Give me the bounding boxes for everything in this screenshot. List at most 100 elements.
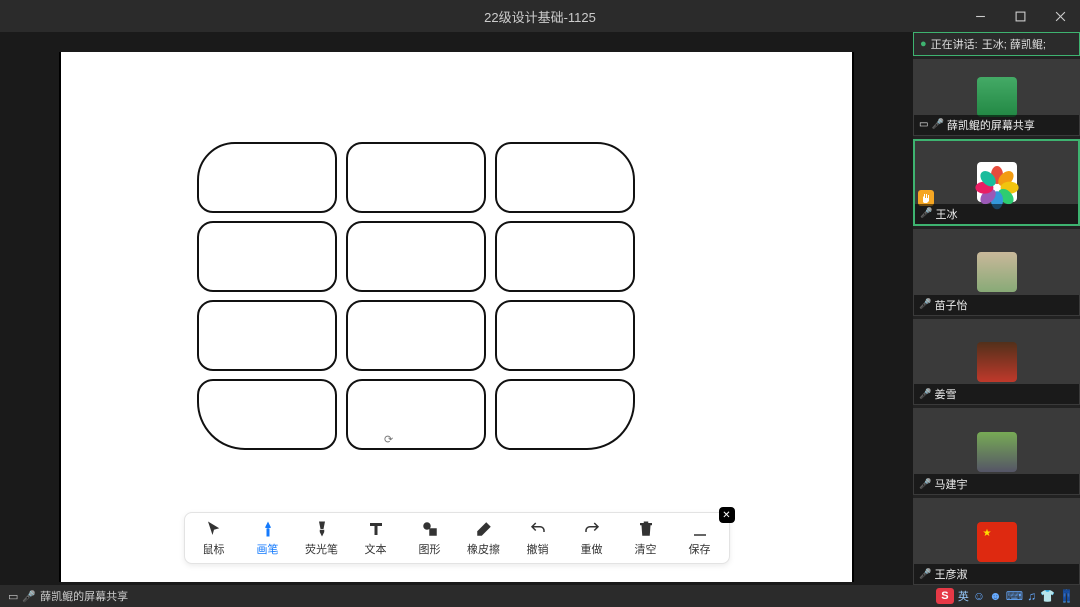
page-left-border: [59, 52, 61, 582]
tool-label: 撤销: [527, 541, 549, 557]
participant-tile[interactable]: 🎤 马建宇: [913, 408, 1080, 495]
participant-label: 🎤 王冰: [915, 204, 1078, 224]
grid-cell: [495, 221, 635, 292]
tool-label: 橡皮擦: [467, 541, 500, 557]
tool-label: 清空: [635, 541, 657, 557]
participant-label: ▭ 🎤 薛凯鲲的屏幕共享: [914, 115, 1079, 135]
tool-clear[interactable]: 清空: [627, 519, 665, 557]
grid-cell: [346, 142, 486, 213]
tool-highlighter[interactable]: 荧光笔: [303, 519, 341, 557]
avatar: [977, 77, 1017, 117]
participant-tile[interactable]: 🎤 姜雪: [913, 319, 1080, 406]
grid-cell: [346, 221, 486, 292]
close-button[interactable]: [1040, 0, 1080, 32]
text-icon: [366, 519, 386, 539]
participant-tile[interactable]: ▭ 🎤 薛凯鲲的屏幕共享: [913, 59, 1080, 136]
screen-share-icon: ▭: [8, 590, 18, 603]
mic-active-icon: ●: [920, 38, 927, 50]
participant-name: 薛凯鲲的屏幕共享: [947, 117, 1035, 133]
window-title: 22级设计基础-1125: [484, 7, 596, 26]
tray-icon[interactable]: ☻: [989, 589, 1002, 603]
tool-label: 保存: [689, 541, 711, 557]
tool-eraser[interactable]: 橡皮擦: [465, 519, 503, 557]
redo-icon: [582, 519, 602, 539]
speaking-indicator: ● 正在讲话: 王冰; 薛凯鲲;: [913, 32, 1080, 56]
participant-name: 姜雪: [934, 386, 956, 402]
grid-cell: [495, 142, 635, 213]
tray-icon[interactable]: ♫: [1027, 589, 1036, 603]
undo-icon: [528, 519, 548, 539]
highlighter-icon: [312, 519, 332, 539]
shared-screen-region: ⟳ ✕ 鼠标 画笔 荧光笔 文本: [0, 32, 913, 585]
tool-label: 图形: [419, 541, 441, 557]
tool-redo[interactable]: 重做: [573, 519, 611, 557]
mic-muted-icon: 🎤: [931, 119, 943, 130]
participant-name: 苗子怡: [934, 297, 967, 313]
mic-muted-icon: 🎤: [919, 569, 931, 580]
participant-tile[interactable]: 🎤 王冰: [913, 139, 1080, 226]
mic-muted-icon: 🎤: [919, 479, 931, 490]
tool-label: 画笔: [257, 541, 279, 557]
pen-icon: [258, 519, 278, 539]
system-tray: S 英 ☺ ☻ ⌨ ♫ 👕 👖: [936, 585, 1080, 607]
grid-cell: [197, 379, 337, 450]
maximize-button[interactable]: [1000, 0, 1040, 32]
tool-pen[interactable]: 画笔: [249, 519, 287, 557]
avatar: [977, 342, 1017, 382]
grid-cell: [346, 300, 486, 371]
loading-cursor-icon: ⟳: [384, 433, 393, 446]
toolbar-close-button[interactable]: ✕: [719, 507, 735, 523]
avatar: [977, 162, 1017, 202]
drawn-grid: [197, 142, 635, 462]
participant-label: 🎤 苗子怡: [914, 295, 1079, 315]
shapes-icon: [420, 519, 440, 539]
tool-label: 文本: [365, 541, 387, 557]
tray-icon[interactable]: 👕: [1040, 589, 1055, 603]
grid-cell: [197, 221, 337, 292]
grid-cell: [495, 379, 635, 450]
ime-lang[interactable]: 英: [958, 588, 969, 604]
cursor-icon: [204, 519, 224, 539]
participant-tile[interactable]: ★ 🎤 王彦淑: [913, 498, 1080, 585]
eraser-icon: [474, 519, 494, 539]
mic-on-icon: 🎤: [920, 208, 932, 219]
participant-name: 王冰: [935, 206, 957, 222]
bottom-status-bar: ▭ 🎤 薛凯鲲的屏幕共享 S 英 ☺ ☻ ⌨ ♫ 👕 👖: [0, 585, 1080, 607]
tool-label: 重做: [581, 541, 603, 557]
window-controls: [960, 0, 1080, 32]
ime-badge[interactable]: S: [936, 588, 954, 604]
save-icon: [690, 519, 710, 539]
tool-shapes[interactable]: 图形: [411, 519, 449, 557]
participant-label: 🎤 王彦淑: [914, 564, 1079, 584]
tray-icon[interactable]: ☺: [973, 589, 985, 603]
grid-cell: [346, 379, 486, 450]
tool-label: 荧光笔: [305, 541, 338, 557]
participant-name: 马建宇: [934, 476, 967, 492]
grid-cell: [197, 142, 337, 213]
participant-label: 🎤 姜雪: [914, 384, 1079, 404]
participants-sidebar: ● 正在讲话: 王冰; 薛凯鲲; ▭ 🎤 薛凯鲲的屏幕共享: [913, 32, 1080, 585]
speaking-prefix: 正在讲话:: [931, 36, 978, 52]
mic-muted-icon: 🎤: [22, 590, 36, 603]
tool-label: 鼠标: [203, 541, 225, 557]
title-bar: 22级设计基础-1125: [0, 0, 1080, 32]
tool-save[interactable]: 保存: [681, 519, 719, 557]
sharer-name: 薛凯鲲的屏幕共享: [40, 588, 128, 604]
whiteboard[interactable]: ⟳ ✕ 鼠标 画笔 荧光笔 文本: [59, 52, 854, 582]
grid-cell: [197, 300, 337, 371]
tray-icon[interactable]: ⌨: [1006, 589, 1023, 603]
grid-cell: [495, 300, 635, 371]
participant-tile[interactable]: 🎤 苗子怡: [913, 229, 1080, 316]
avatar: [977, 252, 1017, 292]
speaking-names: 王冰; 薛凯鲲;: [982, 36, 1046, 52]
annotation-toolbar: ✕ 鼠标 画笔 荧光笔 文本: [184, 512, 730, 564]
participant-label: 🎤 马建宇: [914, 474, 1079, 494]
tool-text[interactable]: 文本: [357, 519, 395, 557]
screen-share-icon: ▭: [919, 119, 928, 130]
tray-icon[interactable]: 👖: [1059, 589, 1074, 603]
mic-muted-icon: 🎤: [919, 299, 931, 310]
tool-undo[interactable]: 撤销: [519, 519, 557, 557]
mic-muted-icon: 🎤: [919, 389, 931, 400]
tool-cursor[interactable]: 鼠标: [195, 519, 233, 557]
minimize-button[interactable]: [960, 0, 1000, 32]
